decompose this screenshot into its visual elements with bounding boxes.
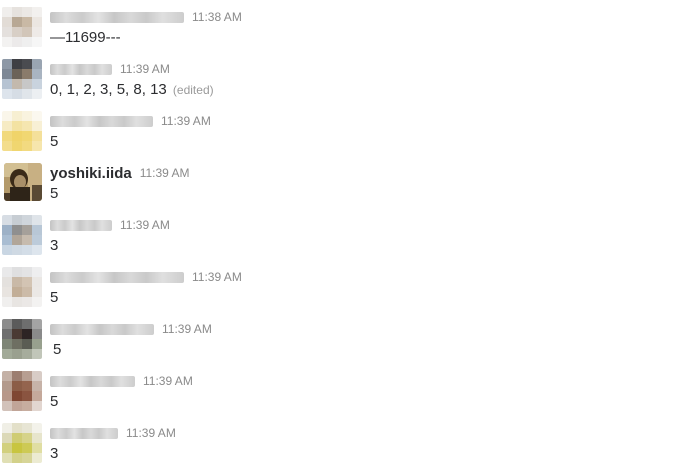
- avatar[interactable]: [2, 215, 42, 255]
- message-item: 11:39 AM 5: [0, 316, 682, 368]
- author-name-redacted[interactable]: [50, 63, 112, 75]
- avatar[interactable]: [2, 423, 42, 463]
- message-header: 11:39 AM: [50, 112, 211, 130]
- avatar[interactable]: [2, 7, 42, 47]
- message-text: —11699---: [50, 29, 121, 46]
- message-item: 11:39 AM 5: [0, 368, 682, 420]
- message-feed: 11:38 AM —11699--- 11:39 AM 0, 1, 2, 3, …: [0, 0, 682, 467]
- author-name-redacted[interactable]: [50, 427, 118, 439]
- message-timestamp[interactable]: 11:38 AM: [192, 10, 242, 24]
- message-timestamp[interactable]: 11:39 AM: [162, 322, 212, 336]
- message-timestamp[interactable]: 11:39 AM: [161, 114, 211, 128]
- message-header: 11:39 AM: [50, 372, 193, 390]
- avatar[interactable]: [2, 371, 42, 411]
- message-text: 5: [50, 133, 59, 150]
- message-header: 11:39 AM: [50, 60, 170, 78]
- message-header: 11:39 AM: [50, 424, 176, 442]
- author-name-redacted[interactable]: [50, 375, 135, 387]
- message-header: 11:39 AM: [50, 216, 170, 234]
- message-item: 11:39 AM 0, 1, 2, 3, 5, 8, 13 (edited): [0, 56, 682, 108]
- message-text: 3: [50, 237, 59, 254]
- message-item: 11:38 AM —11699---: [0, 4, 682, 56]
- message-header: 11:39 AM: [50, 268, 242, 286]
- message-header: 11:39 AM: [50, 320, 212, 338]
- message-text: 5: [50, 393, 59, 410]
- author-name-redacted[interactable]: [50, 271, 184, 283]
- message-timestamp[interactable]: 11:39 AM: [192, 270, 242, 284]
- message-item: 11:39 AM 5: [0, 264, 682, 316]
- message-timestamp[interactable]: 11:39 AM: [120, 62, 170, 76]
- edited-label: (edited): [172, 83, 214, 97]
- message-header: yoshiki.iida 11:39 AM: [50, 164, 190, 182]
- avatar[interactable]: [2, 111, 42, 151]
- author-name-redacted[interactable]: [50, 323, 154, 335]
- message-text: 0, 1, 2, 3, 5, 8, 13 (edited): [50, 81, 214, 98]
- avatar[interactable]: [2, 319, 42, 359]
- message-item: 11:39 AM 3: [0, 420, 682, 472]
- message-text: 3: [50, 445, 59, 462]
- message-timestamp[interactable]: 11:39 AM: [140, 166, 190, 180]
- message-text: 5: [50, 289, 59, 306]
- message-item: 11:39 AM 5: [0, 108, 682, 160]
- author-name-redacted[interactable]: [50, 219, 112, 231]
- avatar[interactable]: [4, 163, 42, 201]
- message-timestamp[interactable]: 11:39 AM: [143, 374, 193, 388]
- author-name[interactable]: yoshiki.iida: [50, 165, 132, 182]
- message-text: 5: [50, 185, 59, 202]
- message-header: 11:38 AM: [50, 8, 242, 26]
- author-name-redacted[interactable]: [50, 115, 153, 127]
- avatar-photo-icon: [4, 163, 42, 201]
- message-item: 11:39 AM 3: [0, 212, 682, 264]
- message-text: 5: [53, 341, 62, 358]
- message-timestamp[interactable]: 11:39 AM: [120, 218, 170, 232]
- message-timestamp[interactable]: 11:39 AM: [126, 426, 176, 440]
- avatar[interactable]: [2, 267, 42, 307]
- author-name-redacted[interactable]: [50, 11, 184, 23]
- message-item: yoshiki.iida 11:39 AM 5: [0, 160, 682, 212]
- message-text-content: 0, 1, 2, 3, 5, 8, 13: [50, 81, 167, 98]
- avatar[interactable]: [2, 59, 42, 99]
